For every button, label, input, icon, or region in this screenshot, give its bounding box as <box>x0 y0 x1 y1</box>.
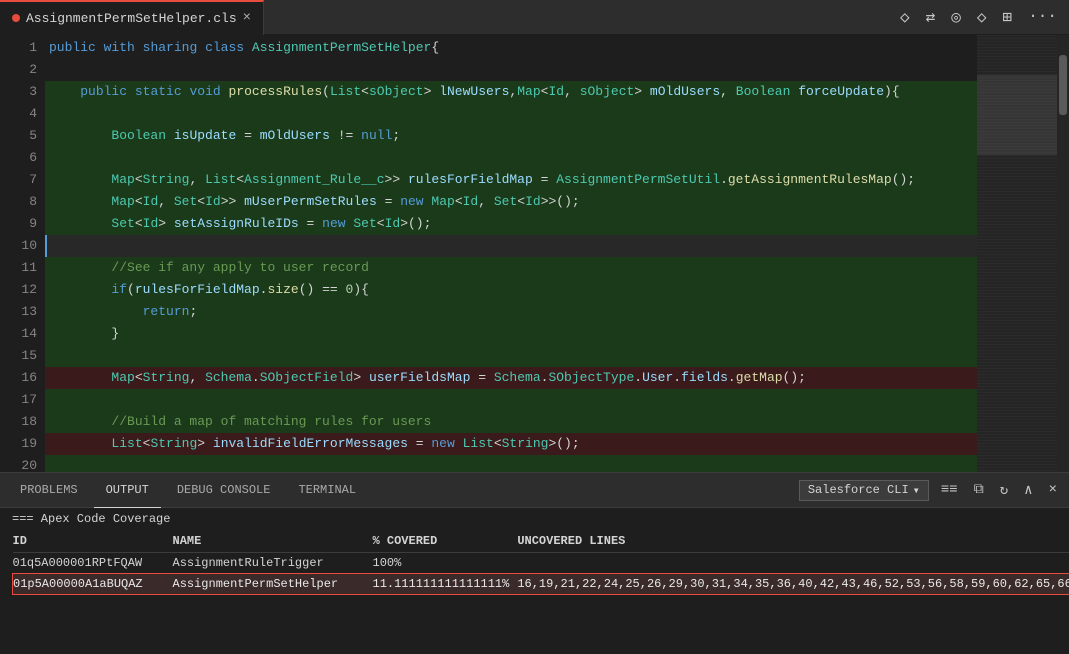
code-line-12: if(rulesForFieldMap.size() == 0){ <box>45 279 977 301</box>
editor-area: 1 2 3 4 5 6 7 8 9 10 11 12 13 14 15 16 1… <box>0 35 1069 472</box>
code-line-4 <box>45 103 977 125</box>
col-name: NAME <box>173 532 373 553</box>
split-icon[interactable]: ⊞ <box>1003 7 1013 27</box>
code-line-3: public static void processRules(List<sOb… <box>45 81 977 103</box>
ln-7: 7 <box>0 169 37 191</box>
tab-terminal[interactable]: TERMINAL <box>286 473 368 508</box>
code-line-13: return; <box>45 301 977 323</box>
scrollbar-thumb[interactable] <box>1059 55 1067 115</box>
row2-pct: 11.111111111111111% <box>373 574 518 595</box>
refresh-icon[interactable]: ↻ <box>996 480 1012 501</box>
copy-icon[interactable]: ⧉ <box>970 480 988 500</box>
code-line-16: Map<String, Schema.SObjectField> userFie… <box>45 367 977 389</box>
ln-13: 13 <box>0 301 37 323</box>
tab-output[interactable]: OUTPUT <box>94 473 161 508</box>
ln-17: 17 <box>0 389 37 411</box>
col-uncovered: UNCOVERED LINES <box>517 532 1069 553</box>
minimap <box>977 35 1057 472</box>
row2-uncovered: 16,19,21,22,24,25,26,29,30,31,34,35,36,4… <box>517 574 1069 595</box>
code-line-17 <box>45 389 977 411</box>
panel: PROBLEMS OUTPUT DEBUG CONSOLE TERMINAL S… <box>0 472 1069 654</box>
line-numbers: 1 2 3 4 5 6 7 8 9 10 11 12 13 14 15 16 1… <box>0 35 45 472</box>
tab-problems[interactable]: PROBLEMS <box>8 473 90 508</box>
col-id: ID <box>13 532 173 553</box>
ln-20: 20 <box>0 455 37 472</box>
tab-debug[interactable]: DEBUG CONSOLE <box>165 473 283 508</box>
ln-16: 16 <box>0 367 37 389</box>
code-line-7: Map<String, List<Assignment_Rule__c>> ru… <box>45 169 977 191</box>
minimap-highlight <box>977 75 1057 155</box>
ln-5: 5 <box>0 125 37 147</box>
code-line-19: List<String> invalidFieldErrorMessages =… <box>45 433 977 455</box>
row2-name: AssignmentPermSetHelper <box>173 574 373 595</box>
tab-problems-label: PROBLEMS <box>20 483 78 497</box>
ln-4: 4 <box>0 103 37 125</box>
vertical-scrollbar[interactable] <box>1057 35 1069 472</box>
ln-10: 10 <box>0 235 37 257</box>
ln-9: 9 <box>0 213 37 235</box>
code-line-14: } <box>45 323 977 345</box>
code-line-9: Set<Id> setAssignRuleIDs = new Set<Id>()… <box>45 213 977 235</box>
toolbar-actions: ◇ ⇄ ◎ ◇ ⊞ ··· <box>900 7 1069 27</box>
code-line-10 <box>45 235 977 257</box>
row1-name: AssignmentRuleTrigger <box>173 553 373 574</box>
tab-modified-dot <box>12 14 20 22</box>
code-line-1: public with sharing class AssignmentPerm… <box>45 37 977 59</box>
tab-terminal-label: TERMINAL <box>298 483 356 497</box>
ln-3: 3 <box>0 81 37 103</box>
table-row-highlighted: 01p5A00000A1aBUQAZ AssignmentPermSetHelp… <box>13 574 1069 595</box>
ln-11: 11 <box>0 257 37 279</box>
code-line-18: //Build a map of matching rules for user… <box>45 411 977 433</box>
ln-12: 12 <box>0 279 37 301</box>
col-pct: % COVERED <box>373 532 518 553</box>
row2-id: 01p5A00000A1aBUQAZ <box>13 574 173 595</box>
table-row: 01q5A000001RPtFQAW AssignmentRuleTrigger… <box>13 553 1069 574</box>
coverage-table: ID NAME % COVERED UNCOVERED LINES 01q5A0… <box>12 532 1069 595</box>
panel-content: === Apex Code Coverage ID NAME % COVERED… <box>0 508 1069 654</box>
panel-tab-bar: PROBLEMS OUTPUT DEBUG CONSOLE TERMINAL S… <box>0 473 1069 508</box>
tab-debug-label: DEBUG CONSOLE <box>177 483 271 497</box>
code-line-15 <box>45 345 977 367</box>
code-line-11: //See if any apply to user record <box>45 257 977 279</box>
ln-8: 8 <box>0 191 37 213</box>
tab-filename: AssignmentPermSetHelper.cls <box>26 11 237 26</box>
code-content[interactable]: public with sharing class AssignmentPerm… <box>45 35 977 472</box>
close-panel-icon[interactable]: × <box>1045 480 1061 500</box>
diff-icon[interactable]: ⇄ <box>926 7 936 27</box>
code-line-8: Map<Id, Set<Id>> mUserPermSetRules = new… <box>45 191 977 213</box>
find-icon[interactable]: ◎ <box>951 7 961 27</box>
collapse-panel-icon[interactable]: ∧ <box>1020 480 1036 501</box>
chevron-down-icon: ▾ <box>913 483 920 498</box>
coverage-header: === Apex Code Coverage <box>12 512 1057 526</box>
ln-19: 19 <box>0 433 37 455</box>
ln-1: 1 <box>0 37 37 59</box>
ln-18: 18 <box>0 411 37 433</box>
code-line-20 <box>45 455 977 472</box>
ln-14: 14 <box>0 323 37 345</box>
ln-6: 6 <box>0 147 37 169</box>
tab-bar: AssignmentPermSetHelper.cls × ◇ ⇄ ◎ ◇ ⊞ … <box>0 0 1069 35</box>
row1-uncovered <box>517 553 1069 574</box>
clear-output-icon[interactable]: ≡≡ <box>937 480 962 500</box>
coverage-table-header-row: ID NAME % COVERED UNCOVERED LINES <box>13 532 1069 553</box>
bookmark-icon[interactable]: ◇ <box>977 7 987 27</box>
panel-tab-actions: Salesforce CLI ▾ ≡≡ ⧉ ↻ ∧ × <box>799 480 1061 501</box>
code-line-6 <box>45 147 977 169</box>
close-icon[interactable]: × <box>243 10 251 26</box>
ln-15: 15 <box>0 345 37 367</box>
row1-id: 01q5A000001RPtFQAW <box>13 553 173 574</box>
more-icon[interactable]: ··· <box>1028 7 1057 27</box>
tab-output-label: OUTPUT <box>106 483 149 497</box>
code-line-2 <box>45 59 977 81</box>
ln-2: 2 <box>0 59 37 81</box>
panel-dropdown-label: Salesforce CLI <box>808 483 909 497</box>
code-line-5: Boolean isUpdate = mOldUsers != null; <box>45 125 977 147</box>
branch-icon[interactable]: ◇ <box>900 7 910 27</box>
editor-tab[interactable]: AssignmentPermSetHelper.cls × <box>0 0 264 35</box>
row1-pct: 100% <box>373 553 518 574</box>
panel-source-dropdown[interactable]: Salesforce CLI ▾ <box>799 480 929 501</box>
